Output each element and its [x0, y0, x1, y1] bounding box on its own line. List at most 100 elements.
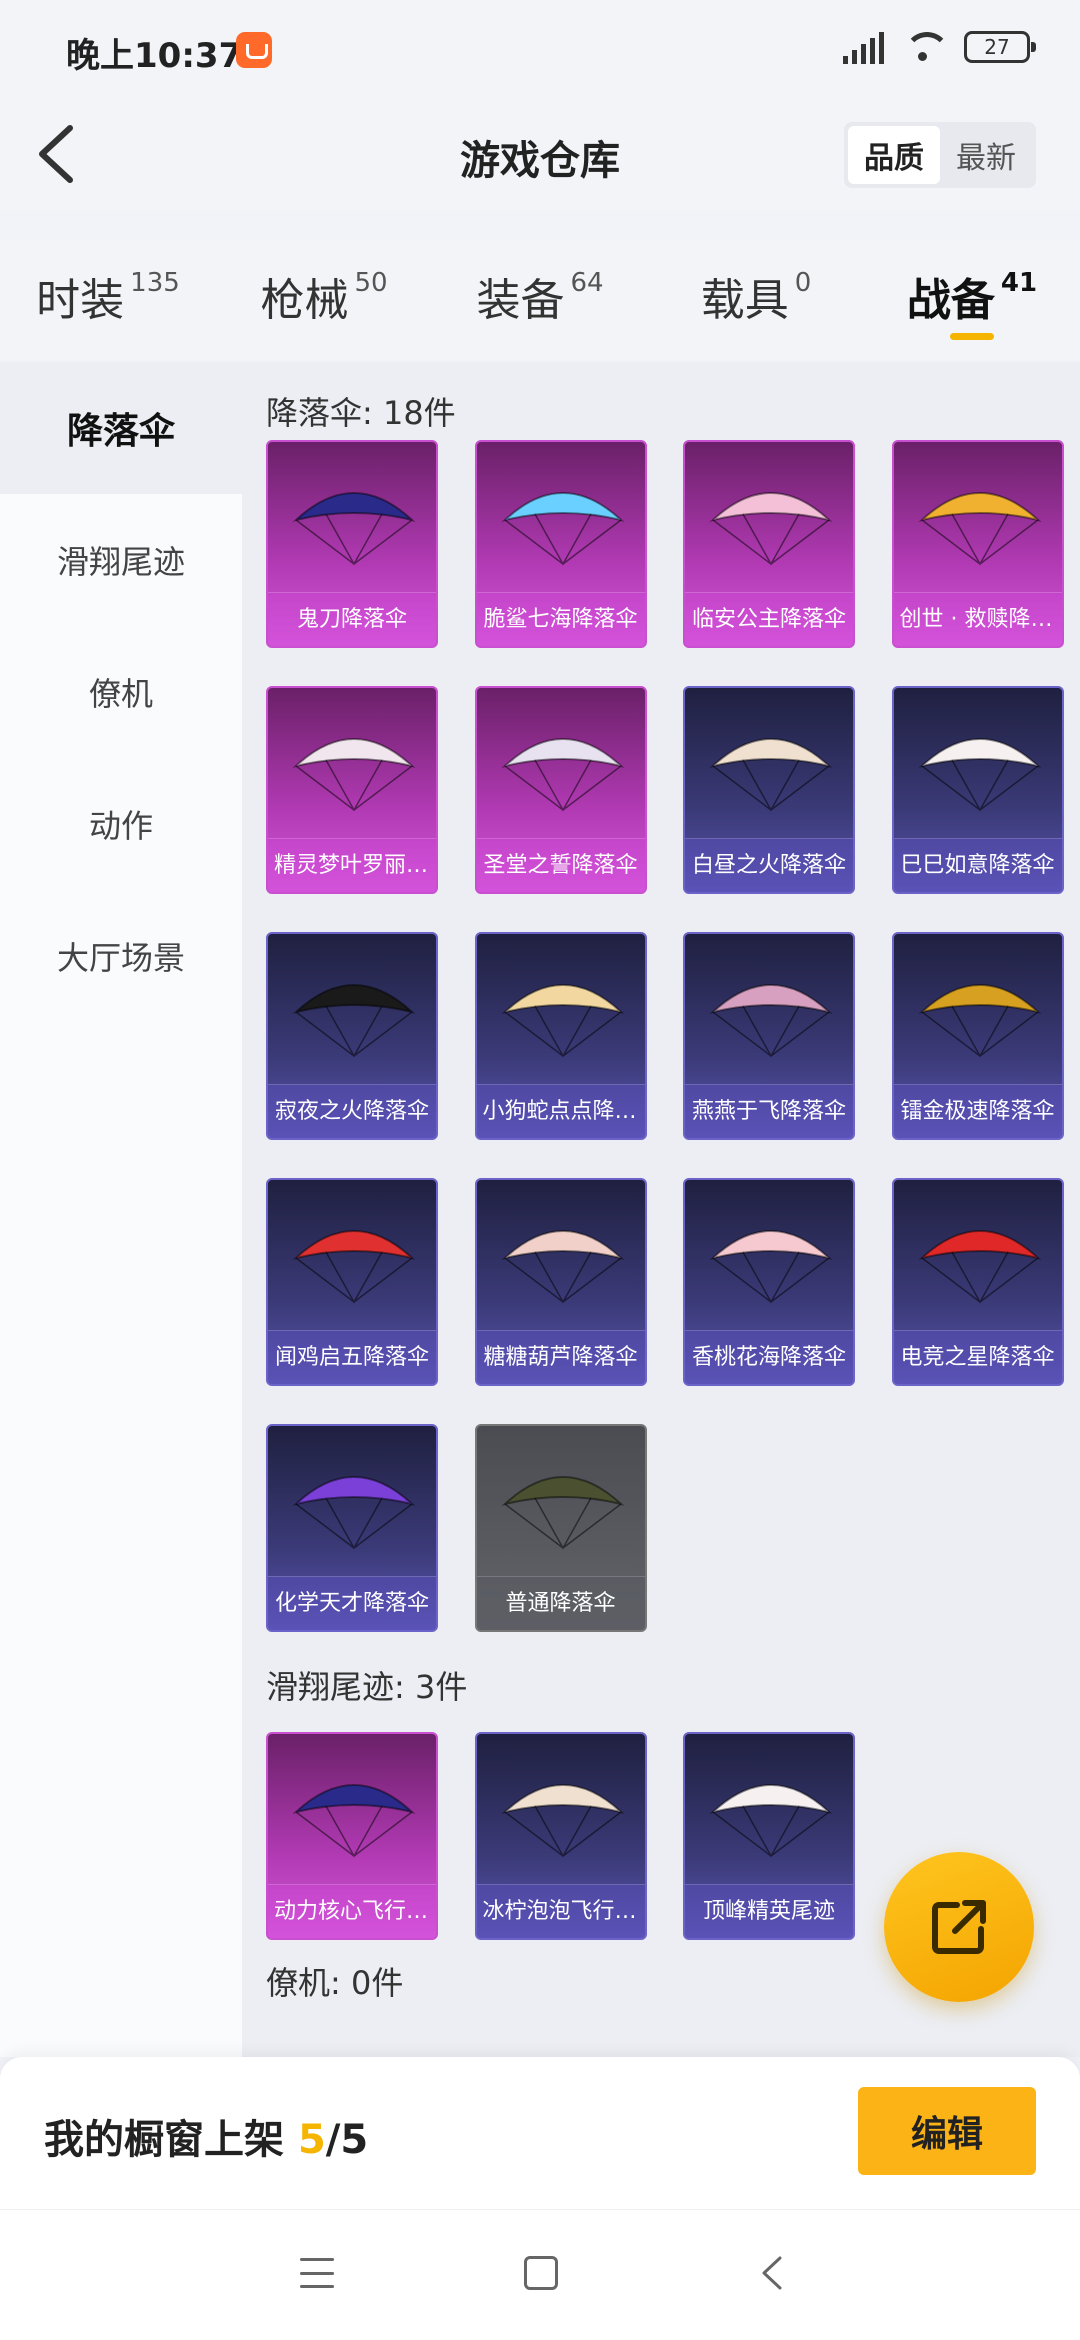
item-card[interactable]: 创世 · 救赎降落伞 — [891, 440, 1064, 648]
item-name: 燕燕于飞降落伞 — [685, 1084, 853, 1138]
item-card[interactable]: 临安公主降落伞 — [683, 440, 855, 648]
tab-fashion[interactable]: 时装 135 — [0, 240, 216, 360]
item-name: 动力核心飞行尾迹 — [268, 1884, 436, 1938]
item-name: 普通降落伞 — [476, 1576, 645, 1630]
tab-label: 战备 — [906, 275, 995, 326]
item-name: 香桃花海降落伞 — [685, 1330, 853, 1384]
item-card[interactable]: 糖糖葫芦降落伞 — [474, 1178, 647, 1386]
tab-guns[interactable]: 枪械 50 — [216, 240, 432, 360]
tab-label: 枪械 — [260, 275, 349, 326]
parachute-art-icon — [707, 1210, 835, 1310]
sidebar-item-trail[interactable]: 滑翔尾迹 — [0, 494, 242, 626]
item-name: 镭金极速降落伞 — [893, 1084, 1062, 1138]
parachute-art-icon — [499, 718, 627, 818]
status-bar: 晚上10:37 27 — [0, 0, 1080, 100]
system-nav-bar — [0, 2209, 1080, 2340]
item-card[interactable]: 小狗蛇点点降落伞 — [474, 932, 647, 1140]
item-name: 脆鲨七海降落伞 — [476, 592, 645, 646]
parachute-art-icon — [707, 718, 835, 818]
tab-label: 时装 — [36, 275, 125, 326]
item-name: 精灵梦叶罗丽降落伞 — [268, 838, 436, 892]
item-card[interactable]: 圣堂之誓降落伞 — [474, 686, 647, 894]
item-card[interactable]: 闻鸡启五降落伞 — [266, 1178, 438, 1386]
tab-label: 装备 — [476, 275, 565, 326]
showcase-total: /5 — [325, 2117, 369, 2163]
menu-icon[interactable] — [300, 2258, 334, 2288]
item-card[interactable]: 香桃花海降落伞 — [683, 1178, 855, 1386]
header: 游戏仓库 品质 最新 — [0, 100, 1080, 210]
showcase-text: 我的橱窗上架 — [44, 2117, 284, 2163]
parachute-art-icon — [707, 1764, 835, 1864]
parachute-art-icon — [290, 964, 418, 1064]
signal-icon — [843, 30, 884, 64]
parachute-art-icon — [290, 718, 418, 818]
sidebar: 降落伞 滑翔尾迹 僚机 动作 大厅场景 — [0, 362, 242, 2057]
showcase-bar: 我的橱窗上架 5/5 编辑 — [0, 2057, 1080, 2209]
sort-option-quality[interactable]: 品质 — [848, 126, 940, 184]
home-square-icon[interactable] — [524, 2256, 558, 2290]
item-name: 冰柠泡泡飞行尾迹 — [476, 1884, 645, 1938]
tab-vehicles[interactable]: 载具 0 — [648, 240, 864, 360]
item-card[interactable]: 寂夜之火降落伞 — [266, 932, 438, 1140]
parachute-art-icon — [290, 1764, 418, 1864]
item-name: 闻鸡启五降落伞 — [268, 1330, 436, 1384]
item-card[interactable]: 白昼之火降落伞 — [683, 686, 855, 894]
section-title-parachute: 降落伞: 18件 — [266, 394, 456, 432]
category-tabs: 时装 135 枪械 50 装备 64 载具 0 战备 41 — [0, 240, 1080, 360]
parachute-art-icon — [707, 964, 835, 1064]
parachute-art-icon — [499, 1456, 627, 1556]
parachute-art-icon — [916, 964, 1044, 1064]
sidebar-item-lobby-scene[interactable]: 大厅场景 — [0, 890, 242, 1022]
share-button[interactable] — [884, 1852, 1034, 2002]
tab-label: 载具 — [700, 275, 789, 326]
item-card[interactable]: 电竞之星降落伞 — [891, 1178, 1064, 1386]
parachute-art-icon — [707, 472, 835, 572]
tab-battle-gear[interactable]: 战备 41 — [864, 240, 1080, 360]
item-name: 糖糖葫芦降落伞 — [476, 1330, 645, 1384]
edit-button[interactable]: 编辑 — [858, 2087, 1036, 2175]
section-title-wingman: 僚机: 0件 — [266, 1964, 404, 2002]
item-card[interactable]: 精灵梦叶罗丽降落伞 — [266, 686, 438, 894]
item-card[interactable]: 化学天才降落伞 — [266, 1424, 438, 1632]
tab-count: 50 — [354, 268, 388, 298]
status-indicators: 27 — [843, 30, 1036, 64]
sidebar-item-wingman[interactable]: 僚机 — [0, 626, 242, 758]
showcase-current: 5 — [297, 2117, 326, 2163]
item-card[interactable]: 燕燕于飞降落伞 — [683, 932, 855, 1140]
sidebar-item-parachute[interactable]: 降落伞 — [0, 362, 242, 494]
item-grid: 降落伞: 18件 鬼刀降落伞 脆鲨七海降落伞 临安公主降落伞 创世 · 救赎降落伞精灵… — [242, 362, 1080, 2057]
item-card[interactable]: 鬼刀降落伞 — [266, 440, 438, 648]
showcase-label: 我的橱窗上架 5/5 — [44, 2107, 368, 2165]
tab-equipment[interactable]: 装备 64 — [432, 240, 648, 360]
section-title-trail: 滑翔尾迹: 3件 — [266, 1668, 468, 1706]
tab-count: 41 — [1000, 268, 1038, 298]
sidebar-item-emote[interactable]: 动作 — [0, 758, 242, 890]
item-card[interactable]: 冰柠泡泡飞行尾迹 — [474, 1732, 647, 1940]
item-name: 圣堂之誓降落伞 — [476, 838, 645, 892]
parachute-art-icon — [499, 472, 627, 572]
parachute-art-icon — [916, 718, 1044, 818]
parachute-art-icon — [499, 964, 627, 1064]
status-time: 晚上10:37 — [66, 36, 243, 76]
tab-count: 0 — [794, 268, 812, 298]
parachute-art-icon — [499, 1210, 627, 1310]
item-card[interactable]: 脆鲨七海降落伞 — [474, 440, 647, 648]
item-card[interactable]: 镭金极速降落伞 — [891, 932, 1064, 1140]
item-card[interactable]: 顶峰精英尾迹 — [683, 1732, 855, 1940]
item-card[interactable]: 巳巳如意降落伞 — [891, 686, 1064, 894]
item-card[interactable]: 普通降落伞 — [474, 1424, 647, 1632]
item-name: 临安公主降落伞 — [685, 592, 853, 646]
item-name: 化学天才降落伞 — [268, 1576, 436, 1630]
parachute-art-icon — [290, 1456, 418, 1556]
back-triangle-icon[interactable] — [760, 2256, 784, 2290]
item-name: 巳巳如意降落伞 — [893, 838, 1062, 892]
parachute-art-icon — [290, 472, 418, 572]
sort-option-newest[interactable]: 最新 — [940, 126, 1032, 184]
item-name: 顶峰精英尾迹 — [685, 1884, 853, 1938]
sort-toggle[interactable]: 品质 最新 — [844, 122, 1036, 188]
wifi-icon — [904, 32, 950, 62]
tab-count: 64 — [570, 268, 604, 298]
parachute-art-icon — [916, 472, 1044, 572]
shopping-bag-icon — [236, 32, 272, 68]
item-card[interactable]: 动力核心飞行尾迹 — [266, 1732, 438, 1940]
